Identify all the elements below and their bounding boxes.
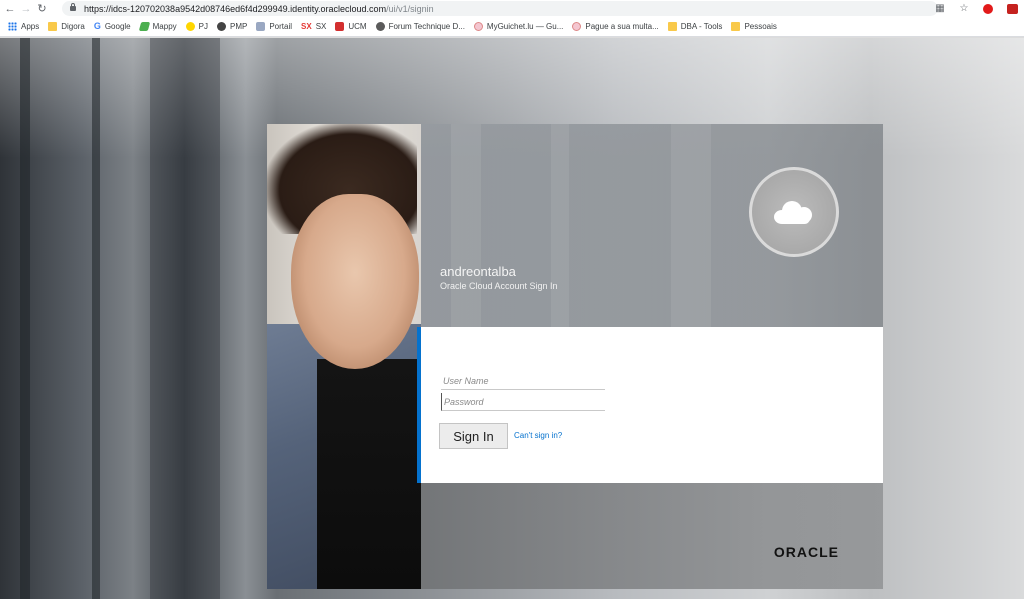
header-backdrop-stripe xyxy=(551,124,569,327)
background-window-frame xyxy=(150,38,220,599)
toolbar-right: ▦ ☆ xyxy=(934,0,1018,17)
url-host: https://idcs-120702038a9542d08746ed6f4d2… xyxy=(84,3,387,14)
bookmark-label: Digora xyxy=(61,22,85,31)
password-field[interactable] xyxy=(441,393,605,411)
bookmark-multa[interactable]: Pague a sua multa... xyxy=(572,22,659,31)
forward-icon[interactable]: → xyxy=(18,0,34,17)
bookmark-myguichet[interactable]: MyGuichet.lu — Gu... xyxy=(473,22,564,31)
reload-icon[interactable]: ↻ xyxy=(34,0,50,17)
document-icon xyxy=(256,22,266,31)
extension-icon[interactable] xyxy=(1006,3,1018,15)
folder-icon xyxy=(731,22,741,31)
folder-icon xyxy=(667,22,677,31)
bookmark-label: SX xyxy=(315,22,327,31)
bookmark-label: Pague a sua multa... xyxy=(585,22,659,31)
signin-card: andreontalba Oracle Cloud Account Sign I… xyxy=(267,124,883,589)
apps-grid-icon xyxy=(8,22,17,31)
bookmark-sx[interactable]: SX SX xyxy=(301,22,326,31)
page-background: andreontalba Oracle Cloud Account Sign I… xyxy=(0,38,1024,599)
background-window-frame xyxy=(92,38,100,599)
bookmark-dba-tools[interactable]: DBA - Tools xyxy=(667,22,723,31)
bookmark-pmp[interactable]: PMP xyxy=(216,22,248,31)
pj-icon xyxy=(185,22,195,31)
bookmark-forum[interactable]: Forum Technique D... xyxy=(375,22,465,31)
translate-icon[interactable]: ▦ xyxy=(934,3,946,15)
hero-photo xyxy=(267,124,421,589)
opera-icon[interactable] xyxy=(982,3,994,15)
bookmark-label: Google xyxy=(104,22,131,31)
bookmark-pj[interactable]: PJ xyxy=(185,22,208,31)
bookmark-pessoais[interactable]: Pessoais xyxy=(731,22,777,31)
bookmark-mappy[interactable]: Mappy xyxy=(138,22,177,31)
bookmark-label: PJ xyxy=(198,22,208,31)
bookmark-label: MyGuichet.lu — Gu... xyxy=(486,22,564,31)
account-name: andreontalba xyxy=(440,264,516,279)
photo-sweater xyxy=(317,359,421,589)
bookmark-label: UCM xyxy=(348,22,367,31)
bookmark-apps[interactable]: Apps xyxy=(8,22,39,31)
folder-icon xyxy=(48,22,58,31)
gear-icon xyxy=(375,22,385,31)
browser-toolbar: ← → ↻ https://idcs-120702038a9542d08746e… xyxy=(0,0,1024,17)
header-backdrop-stripe xyxy=(671,124,711,327)
google-icon: G xyxy=(93,21,101,31)
photo-face xyxy=(291,194,419,369)
bookmark-label: Portail xyxy=(269,22,293,31)
cloud-icon xyxy=(772,199,816,225)
url-path: /ui/v1/signin xyxy=(386,3,434,14)
cant-signin-link[interactable]: Can't sign in? xyxy=(514,431,562,440)
multa-icon xyxy=(572,22,582,31)
bookmark-label: Apps xyxy=(21,22,40,31)
sx-icon: SX xyxy=(301,22,312,31)
signin-button[interactable]: Sign In xyxy=(439,423,508,449)
signin-footer: ORACLE xyxy=(421,483,883,589)
signin-header: andreontalba Oracle Cloud Account Sign I… xyxy=(421,124,883,327)
bookmark-label: Forum Technique D... xyxy=(388,22,465,31)
address-bar[interactable]: https://idcs-120702038a9542d08746ed6f4d2… xyxy=(62,1,938,16)
bookmark-ucm[interactable]: UCM xyxy=(335,22,367,31)
bookmark-label: DBA - Tools xyxy=(680,22,723,31)
header-backdrop-stripe xyxy=(451,124,481,327)
oracle-logo: ORACLE xyxy=(773,544,839,560)
bookmark-digora[interactable]: Digora xyxy=(48,22,85,31)
bookmarks-bar: Apps Digora G Google Mappy PJ PMP Portail… xyxy=(0,17,1024,37)
bookmark-label: Mappy xyxy=(152,22,177,31)
bookmark-star-icon[interactable]: ☆ xyxy=(958,3,970,15)
bookmark-portail[interactable]: Portail xyxy=(256,22,292,31)
mappy-icon xyxy=(138,22,150,31)
myguichet-icon xyxy=(473,22,483,31)
cloud-logo xyxy=(749,167,839,257)
signin-form: Sign In Can't sign in? xyxy=(417,327,883,483)
account-subtitle: Oracle Cloud Account Sign In xyxy=(440,281,558,291)
background-window-frame xyxy=(20,38,30,599)
url-text: https://idcs-120702038a9542d08746ed6f4d2… xyxy=(84,4,434,14)
bookmark-label: PMP xyxy=(229,22,248,31)
bookmark-google[interactable]: G Google xyxy=(93,21,131,32)
lock-icon xyxy=(70,3,76,11)
ucm-icon xyxy=(335,22,345,31)
username-field[interactable] xyxy=(441,372,605,390)
back-icon[interactable]: ← xyxy=(2,0,18,17)
globe-icon xyxy=(216,22,226,31)
bookmark-label: Pessoais xyxy=(744,22,777,31)
